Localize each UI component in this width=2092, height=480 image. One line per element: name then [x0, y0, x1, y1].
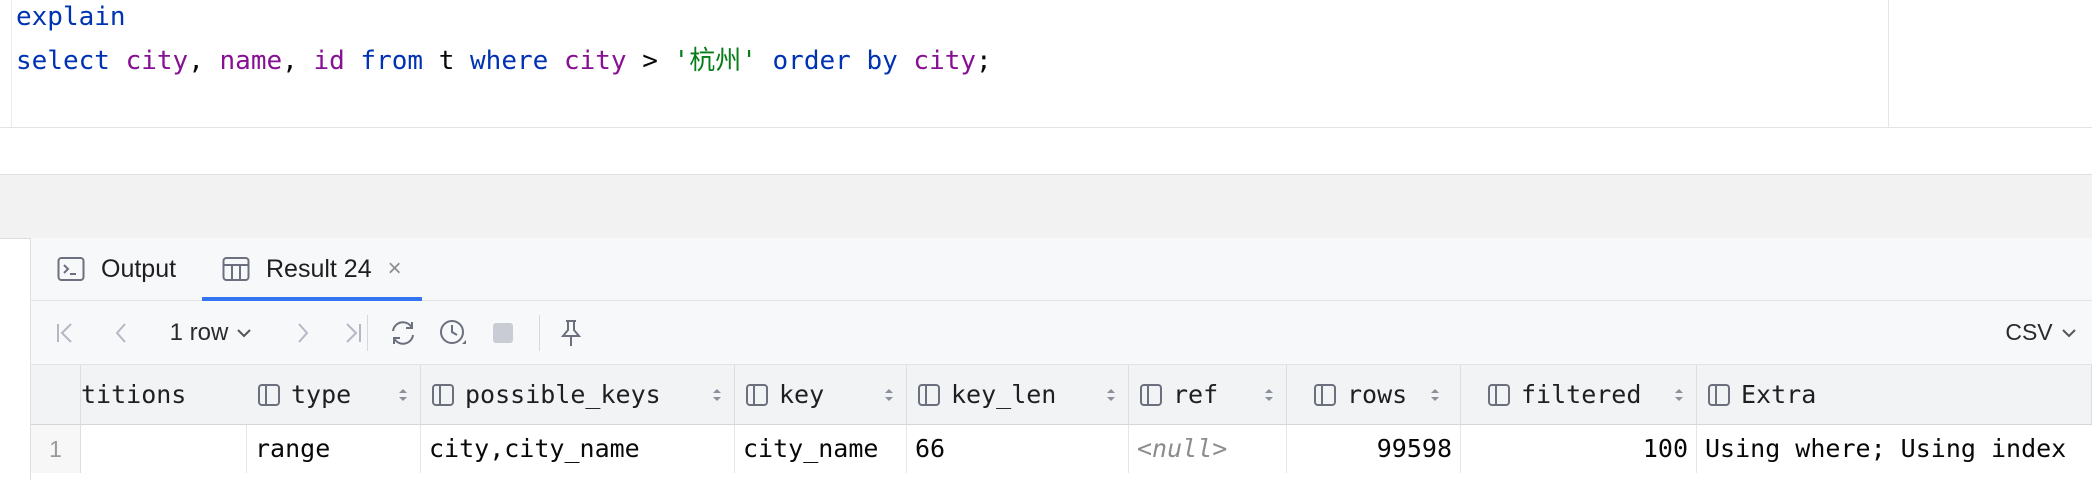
- table-cell-rows[interactable]: 99598: [1287, 425, 1461, 473]
- column-header-label: rows: [1347, 380, 1408, 409]
- column-id: id: [313, 46, 345, 76]
- result-toolbar: 1 row CSV: [31, 301, 2092, 365]
- column-header-label: possible_keys: [465, 380, 661, 409]
- row-count-dropdown[interactable]: 1 row: [159, 301, 263, 364]
- column-city: city: [125, 46, 189, 76]
- sql-editor[interactable]: explain select city, name, id from t whe…: [0, 0, 2092, 128]
- column-header-extra[interactable]: Extra: [1697, 365, 2092, 425]
- column-header-label: Extra: [1741, 380, 1817, 409]
- history-icon[interactable]: [431, 301, 475, 364]
- column-header-rows[interactable]: rows: [1287, 365, 1461, 425]
- column-header-key-len[interactable]: key_len: [907, 365, 1129, 425]
- column-header-label: key_len: [951, 380, 1057, 409]
- code-line-2[interactable]: select city, name, id from t where city …: [16, 41, 992, 81]
- column-header-filtered[interactable]: filtered: [1461, 365, 1697, 425]
- tab-result-24[interactable]: Result 24 ×: [202, 238, 422, 301]
- operator-gt: >: [642, 46, 658, 76]
- column-header-type[interactable]: type: [247, 365, 421, 425]
- panel-splitter[interactable]: [0, 174, 2092, 239]
- table-cell-type[interactable]: range: [247, 425, 421, 473]
- column-icon: [745, 383, 769, 407]
- table-cell-possible-keys[interactable]: city,city_name: [421, 425, 735, 473]
- sort-icon[interactable]: [884, 387, 894, 403]
- column-header-label: key: [779, 380, 825, 409]
- sort-icon[interactable]: [398, 387, 408, 403]
- column-header-label: ref: [1173, 380, 1219, 409]
- row-count-label: 1 row: [169, 318, 229, 346]
- column-icon: [1313, 383, 1337, 407]
- column-icon: [1139, 383, 1163, 407]
- column-header-label: filtered: [1521, 380, 1642, 409]
- chevron-down-icon: [2061, 328, 2076, 337]
- row-number-header: [31, 365, 81, 425]
- column-city: city: [913, 46, 977, 76]
- table-cell-partitions[interactable]: [81, 425, 247, 473]
- toolbar-separator: [539, 315, 540, 351]
- column-icon: [1707, 383, 1731, 407]
- table-name: t: [438, 46, 455, 76]
- first-page-icon[interactable]: [45, 301, 85, 364]
- next-page-icon[interactable]: [283, 301, 323, 364]
- table-icon: [222, 256, 252, 282]
- prev-page-icon[interactable]: [101, 301, 141, 364]
- sort-icon[interactable]: [1264, 387, 1274, 403]
- column-header-possible-keys[interactable]: possible_keys: [421, 365, 735, 425]
- keyword-select: select: [16, 46, 110, 76]
- column-header-ref[interactable]: ref: [1129, 365, 1287, 425]
- keyword-explain: explain: [16, 2, 126, 32]
- table-cell-key[interactable]: city_name: [735, 425, 907, 473]
- column-name: name: [219, 46, 283, 76]
- keyword-by: by: [866, 46, 898, 76]
- sort-icon[interactable]: [1674, 387, 1684, 403]
- stop-icon[interactable]: [483, 301, 523, 364]
- refresh-icon[interactable]: [381, 301, 425, 364]
- punct-semicolon: ;: [976, 46, 992, 76]
- column-icon: [1487, 383, 1511, 407]
- row-number[interactable]: 1: [31, 425, 81, 473]
- string-literal: '杭州': [673, 46, 757, 76]
- result-tabs: Output Result 24 ×: [31, 238, 2092, 301]
- tab-result-label: Result 24: [266, 254, 372, 283]
- column-header-label: type: [291, 380, 352, 409]
- sort-icon[interactable]: [1106, 387, 1116, 403]
- sort-icon[interactable]: [712, 387, 722, 403]
- export-format-dropdown[interactable]: CSV: [2001, 301, 2081, 364]
- gutter-divider: [11, 0, 12, 127]
- toolbar-separator: [367, 315, 368, 351]
- table-cell-extra[interactable]: Using where; Using index: [1697, 425, 2092, 473]
- column-header-key[interactable]: key: [735, 365, 907, 425]
- console-icon: [57, 256, 87, 282]
- result-grid[interactable]: titions type possible_keys key key_len r…: [31, 365, 2092, 480]
- punct-comma: ,: [188, 46, 220, 76]
- sort-icon[interactable]: [1430, 387, 1440, 403]
- punct-comma: ,: [282, 46, 314, 76]
- right-margin-guide: [1888, 0, 1889, 127]
- chevron-down-icon: [237, 328, 252, 337]
- pin-icon[interactable]: [551, 301, 591, 364]
- column-icon: [431, 383, 455, 407]
- code-line-1[interactable]: explain: [16, 0, 126, 37]
- table-cell-ref[interactable]: <null>: [1129, 425, 1287, 473]
- tab-output-label: Output: [101, 254, 177, 283]
- close-icon[interactable]: ×: [388, 255, 402, 283]
- table-cell-key-len[interactable]: 66: [907, 425, 1129, 473]
- column-header-label: titions: [81, 380, 187, 409]
- export-format-label: CSV: [2005, 319, 2053, 345]
- column-city: city: [563, 46, 627, 76]
- keyword-order: order: [772, 46, 851, 76]
- keyword-where: where: [470, 46, 549, 76]
- keyword-from: from: [360, 46, 424, 76]
- table-cell-filtered[interactable]: 100: [1461, 425, 1697, 473]
- tab-output[interactable]: Output: [57, 238, 176, 300]
- column-icon: [917, 383, 941, 407]
- column-icon: [257, 383, 281, 407]
